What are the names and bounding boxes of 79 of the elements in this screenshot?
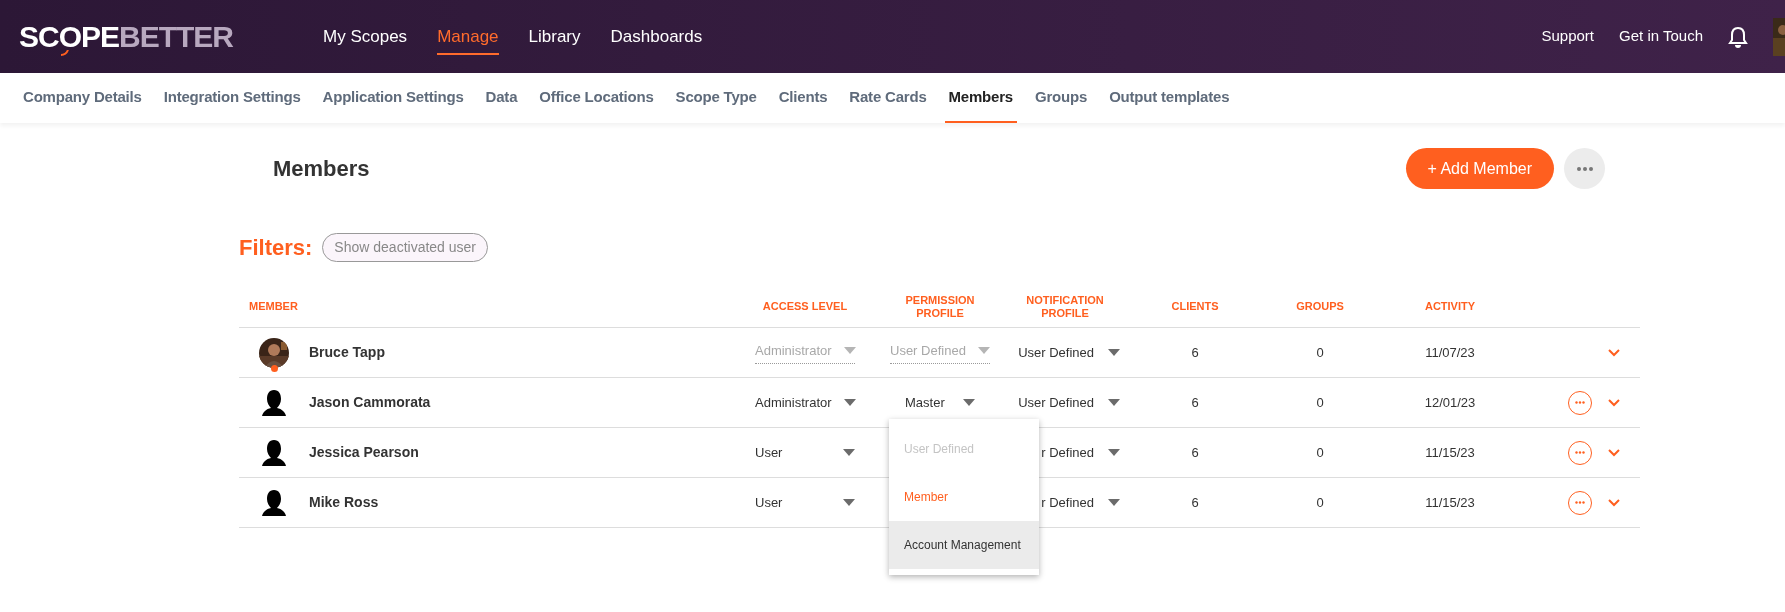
nav-link[interactable]: Manage xyxy=(437,17,499,56)
more-icon xyxy=(1576,166,1593,171)
caret-icon xyxy=(1108,499,1120,506)
subnav-tab[interactable]: Data xyxy=(481,73,522,123)
subnav-tab[interactable]: Output templates xyxy=(1105,73,1234,123)
chevron-down-icon[interactable] xyxy=(1608,448,1620,457)
select-dropdown[interactable]: User Defined xyxy=(1018,392,1120,413)
more-icon xyxy=(1575,451,1585,454)
subnav-tab[interactable]: Application Settings xyxy=(318,73,468,123)
swoosh-icon xyxy=(61,49,69,56)
member-name: Jessica Pearson xyxy=(309,443,419,462)
select-dropdown[interactable]: Master xyxy=(905,392,975,413)
table-cell-text: 0 xyxy=(1315,443,1325,462)
more-button[interactable] xyxy=(1564,148,1605,189)
caret-icon xyxy=(963,399,975,406)
logo[interactable]: SCOPEBETTER xyxy=(19,21,234,52)
table-cell-text: 6 xyxy=(1190,343,1200,362)
select-dropdown[interactable]: User xyxy=(755,442,855,463)
filters-label: Filters: xyxy=(239,234,313,262)
subnav-tab[interactable]: Scope Type xyxy=(671,73,761,123)
caret-icon xyxy=(843,499,855,506)
table-cell-text: 6 xyxy=(1190,493,1200,512)
caret-icon xyxy=(978,347,990,354)
caret-icon xyxy=(843,399,856,406)
avatar-silhouette-icon xyxy=(259,387,289,418)
filter-chip[interactable]: Show deactivated user xyxy=(322,233,488,262)
select-dropdown[interactable]: Administrator xyxy=(755,392,855,413)
column-header: MEMBER xyxy=(248,300,299,313)
nav-link[interactable]: Dashboards xyxy=(610,17,703,56)
header-link[interactable]: Support xyxy=(1541,25,1595,48)
table-cell-text: 0 xyxy=(1315,343,1325,362)
column-header: GROUPS xyxy=(1295,300,1345,313)
add-member-button[interactable]: + Add Member xyxy=(1405,148,1554,189)
member-name: Jason Cammorata xyxy=(309,393,431,412)
menu-option[interactable]: Member xyxy=(889,473,1039,521)
caret-icon xyxy=(1108,349,1120,356)
column-header: PERMISSION PROFILE xyxy=(904,293,976,320)
column-header: CLIENTS xyxy=(1170,300,1220,313)
select-dropdown[interactable]: User Defined xyxy=(1018,342,1120,363)
avatar-silhouette-icon xyxy=(259,487,289,518)
table-cell-text: 12/01/23 xyxy=(1423,393,1477,412)
table-cell-text: 11/15/23 xyxy=(1424,493,1476,512)
table-cell-text: 11/07/23 xyxy=(1424,343,1476,362)
caret-icon xyxy=(1108,449,1120,456)
column-header: ACCESS LEVEL xyxy=(761,300,849,313)
more-icon xyxy=(1575,401,1585,404)
menu-option[interactable]: Account Management xyxy=(889,521,1039,569)
bell-icon[interactable] xyxy=(1728,25,1748,48)
member-name: Mike Ross xyxy=(309,493,379,512)
column-header: ACTIVITY xyxy=(1423,300,1477,313)
caret-icon xyxy=(1108,399,1120,406)
subnav-tab[interactable]: Office Locations xyxy=(535,73,658,123)
page-title: Members xyxy=(273,155,370,183)
table-cell-text: 6 xyxy=(1190,393,1200,412)
member-name: Bruce Tapp xyxy=(309,343,385,362)
subnav-tab[interactable]: Integration Settings xyxy=(159,73,305,123)
subnav-tab[interactable]: Company Details xyxy=(19,73,146,123)
avatar-silhouette-icon xyxy=(259,437,289,468)
nav-link[interactable]: Library xyxy=(528,17,581,56)
table-cell-text: 11/15/23 xyxy=(1424,443,1476,462)
select-dropdown[interactable]: User xyxy=(755,492,855,513)
caret-icon xyxy=(843,449,855,456)
more-icon xyxy=(1575,501,1585,504)
table-cell-text: 0 xyxy=(1315,493,1325,512)
select-dropdown[interactable]: r Defined xyxy=(1041,492,1120,513)
header-link[interactable]: Get in Touch xyxy=(1619,25,1703,48)
chevron-down-icon[interactable] xyxy=(1608,348,1620,357)
nav-link[interactable]: My Scopes xyxy=(323,17,408,56)
table-cell-text: 6 xyxy=(1190,443,1200,462)
subnav-tab[interactable]: Members xyxy=(944,73,1017,123)
table-cell-text: 0 xyxy=(1315,393,1325,412)
subnav-tab[interactable]: Rate Cards xyxy=(845,73,931,123)
chevron-down-icon[interactable] xyxy=(1608,398,1620,407)
subnav-tab[interactable]: Groups xyxy=(1031,73,1092,123)
select-dropdown[interactable]: r Defined xyxy=(1041,442,1120,463)
subnav-tab[interactable]: Clients xyxy=(774,73,832,123)
column-header: NOTIFICATION PROFILE xyxy=(1025,293,1105,320)
caret-icon xyxy=(843,347,856,354)
chevron-down-icon[interactable] xyxy=(1608,498,1620,507)
